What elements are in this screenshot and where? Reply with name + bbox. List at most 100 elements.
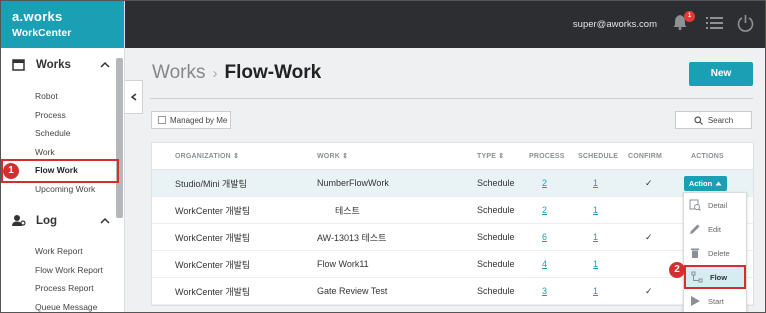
menu-item-flow[interactable]: Flow: [684, 265, 746, 289]
table-row[interactable]: WorkCenter 개발팀 AW-13013 테스트 Schedule 6 1…: [152, 224, 753, 251]
schedule-link[interactable]: 1: [593, 205, 598, 215]
list-icon[interactable]: [706, 16, 723, 30]
sidebar-scrollbar[interactable]: [116, 58, 123, 218]
flow-icon: [691, 271, 703, 283]
page-title: Works › Flow-Work: [152, 62, 321, 84]
sidebar-item-schedule[interactable]: Schedule: [0, 124, 124, 143]
cell-work: AW-13013 테스트: [317, 232, 387, 243]
confirm-check: ✓: [645, 285, 653, 296]
col-actions: ACTIONS: [691, 152, 724, 160]
title-divider: [150, 98, 753, 99]
table-row[interactable]: WorkCenter 개발팀 Flow Work11 Schedule 4 1: [152, 251, 753, 278]
menu-item-edit-label: Edit: [708, 224, 721, 234]
brand-logo: a.works: [12, 9, 63, 24]
breadcrumb-current: Flow-Work: [224, 62, 322, 83]
breadcrumb-works[interactable]: Works: [152, 62, 205, 83]
cell-work: NumberFlowWork: [317, 178, 389, 188]
callout-marker-2: 2: [669, 262, 685, 278]
cell-work: Flow Work11: [317, 259, 369, 269]
table-row[interactable]: WorkCenter 개발팀 테스트 Schedule 2 1: [152, 197, 753, 224]
user-email[interactable]: super@aworks.com: [573, 19, 657, 30]
schedule-link[interactable]: 1: [593, 259, 598, 269]
action-button-label: Action: [688, 178, 713, 188]
menu-item-detail[interactable]: Detail: [684, 193, 746, 217]
section-works[interactable]: Works: [0, 50, 124, 80]
notification-badge: 1: [684, 11, 695, 22]
chevron-left-icon: [130, 93, 136, 101]
search-label: Search: [707, 115, 734, 125]
action-menu: Detail Edit Delete Flow Start: [683, 192, 747, 313]
sidebar-collapse-button[interactable]: [125, 80, 143, 114]
cell-type: Schedule: [477, 286, 515, 296]
detail-icon: [689, 199, 701, 211]
cell-work: 테스트: [335, 205, 360, 216]
cell-org: WorkCenter 개발팀: [175, 232, 251, 243]
action-button[interactable]: Action: [684, 175, 727, 191]
callout-marker-1: 1: [3, 163, 19, 179]
col-schedule: SCHEDULE: [578, 152, 619, 160]
menu-item-detail-label: Detail: [708, 200, 728, 210]
schedule-link[interactable]: 1: [593, 232, 598, 242]
col-work[interactable]: WORK ⇕: [317, 152, 348, 160]
sidebar: a.works WorkCenter Works Robot Process S…: [0, 0, 125, 313]
process-link[interactable]: 2: [542, 205, 547, 215]
col-confirm: CONFIRM: [628, 152, 663, 160]
schedule-link[interactable]: 1: [593, 178, 598, 188]
sidebar-item-process[interactable]: Process: [0, 106, 124, 125]
new-button[interactable]: New: [689, 62, 753, 86]
menu-item-edit[interactable]: Edit: [684, 217, 746, 241]
sidebar-item-flow-work-report[interactable]: Flow Work Report: [0, 261, 124, 280]
confirm-check: ✓: [645, 177, 653, 188]
chevron-up-icon: [100, 61, 110, 68]
cell-type: Schedule: [477, 205, 515, 215]
table-row[interactable]: Studio/Mini 개발팀 NumberFlowWork Schedule …: [152, 170, 753, 197]
section-log[interactable]: Log: [0, 206, 124, 236]
process-link[interactable]: 4: [542, 259, 547, 269]
col-organization[interactable]: ORGANIZATION ⇕: [175, 152, 239, 160]
table-header: ORGANIZATION ⇕ WORK ⇕ TYPE ⇕ PROCESS SCH…: [152, 143, 753, 170]
trash-icon: [691, 248, 699, 258]
breadcrumb-separator-icon: ›: [212, 65, 218, 82]
menu-item-start-label: Start: [708, 296, 724, 306]
user-settings-icon: [12, 214, 26, 228]
brand-header[interactable]: a.works WorkCenter: [0, 0, 124, 48]
menu-item-start[interactable]: Start: [684, 289, 746, 313]
sidebar-item-queue-message[interactable]: Queue Message: [0, 298, 124, 313]
flow-work-table: ORGANIZATION ⇕ WORK ⇕ TYPE ⇕ PROCESS SCH…: [151, 142, 754, 306]
cell-type: Schedule: [477, 259, 515, 269]
cell-work: Gate Review Test: [317, 286, 388, 296]
section-log-label: Log: [36, 215, 58, 227]
checkbox-icon[interactable]: [158, 116, 166, 124]
process-link[interactable]: 3: [542, 286, 547, 296]
table-row[interactable]: WorkCenter 개발팀 Gate Review Test Schedule…: [152, 278, 753, 305]
search-button[interactable]: Search: [675, 111, 752, 129]
section-works-label: Works: [36, 59, 71, 71]
process-link[interactable]: 2: [542, 178, 547, 188]
schedule-link[interactable]: 1: [593, 286, 598, 296]
col-type[interactable]: TYPE ⇕: [477, 152, 504, 160]
pencil-icon: [690, 224, 700, 234]
top-bar: super@aworks.com 1: [125, 0, 766, 48]
brand-product: WorkCenter: [12, 27, 72, 39]
sort-icon: ⇕: [342, 153, 349, 160]
managed-by-me-toggle[interactable]: Managed by Me: [151, 111, 231, 129]
sidebar-item-process-report[interactable]: Process Report: [0, 279, 124, 298]
menu-item-flow-label: Flow: [710, 272, 728, 282]
cell-org: WorkCenter 개발팀: [175, 259, 251, 270]
cell-type: Schedule: [477, 232, 515, 242]
sort-icon: ⇕: [233, 153, 240, 160]
process-link[interactable]: 6: [542, 232, 547, 242]
cell-org: Studio/Mini 개발팀: [175, 178, 247, 189]
chevron-up-icon: [100, 217, 110, 224]
menu-item-delete-label: Delete: [708, 248, 730, 258]
sort-icon: ⇕: [498, 153, 505, 160]
confirm-check: ✓: [645, 231, 653, 242]
sidebar-item-work-report[interactable]: Work Report: [0, 242, 124, 261]
menu-item-delete[interactable]: Delete: [684, 241, 746, 265]
sidebar-item-robot[interactable]: Robot: [0, 87, 124, 106]
col-process: PROCESS: [529, 152, 565, 160]
power-icon[interactable]: [737, 14, 754, 32]
calendar-icon: [12, 58, 26, 72]
caret-up-icon: [715, 181, 722, 185]
managed-by-me-label: Managed by Me: [170, 115, 228, 125]
